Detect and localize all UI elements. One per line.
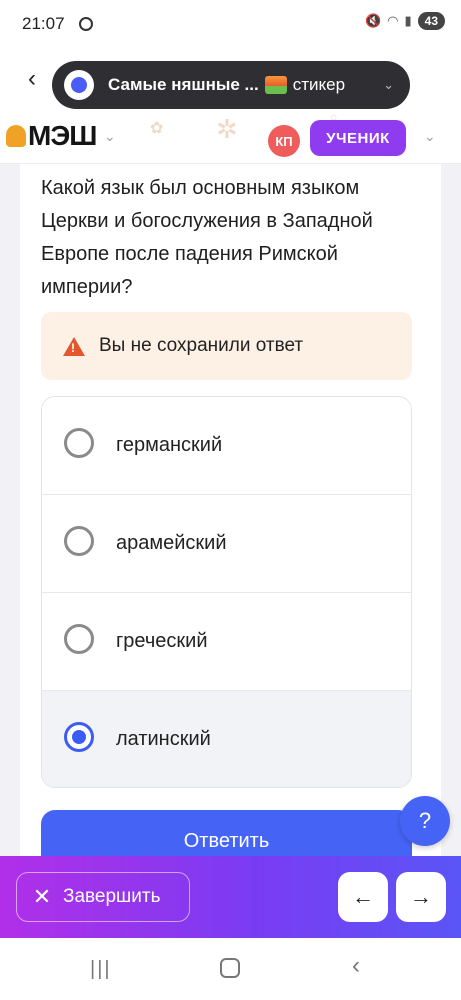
logo-text: МЭШ [28, 120, 97, 151]
media-notification-pill[interactable]: Самые няшные ... стикер ⌄ [52, 61, 410, 109]
mesh-logo[interactable]: МЭШ [6, 120, 97, 152]
home-icon[interactable] [220, 958, 240, 978]
signal-icon: ▮ [404, 13, 412, 28]
warning-text: Вы не сохранили ответ [99, 335, 304, 356]
warning-icon [63, 336, 85, 356]
radio-button[interactable] [64, 525, 94, 556]
media-title: Самые няшные ... [108, 75, 259, 94]
back-button[interactable]: ‹ [20, 64, 44, 94]
finish-label: Завершить [63, 886, 161, 907]
chevron-down-icon[interactable]: ⌄ [383, 77, 394, 93]
option-label: германский [116, 434, 223, 456]
answer-option-selected[interactable]: латинский [42, 691, 411, 787]
answer-option[interactable]: греческий [42, 593, 411, 691]
wifi-icon: ◠ [387, 13, 399, 28]
media-subtitle: стикер [292, 75, 346, 94]
battery-icon: 43 [417, 12, 445, 30]
status-icons: 🔇 ◠ ▮ 43 [365, 12, 445, 30]
warning-banner: Вы не сохранили ответ [41, 312, 412, 380]
back-nav-icon[interactable]: ‹ [352, 952, 360, 980]
bottom-action-bar: ✕ Завершить ← → [0, 856, 461, 938]
app-icon [64, 70, 94, 100]
answer-option[interactable]: арамейский [42, 495, 411, 593]
system-navigation-bar: ||| ‹ [0, 938, 461, 1000]
decoration-leaf-icon: ✲ [216, 114, 238, 144]
chevron-down-icon[interactable]: ⌄ [104, 128, 116, 145]
finish-button[interactable]: ✕ Завершить [16, 872, 190, 922]
option-label: латинский [116, 728, 211, 750]
status-bar: 21:07 🔇 ◠ ▮ 43 [0, 0, 461, 52]
sunset-emoji-icon [264, 76, 287, 94]
decoration-leaf-icon: ✿ [150, 120, 164, 137]
answer-options: германский арамейский греческий латински… [41, 396, 412, 788]
question-card: Какой язык был основным языком Церкви и … [20, 164, 441, 872]
option-label: греческий [116, 630, 208, 652]
option-label: арамейский [116, 532, 227, 554]
next-question-button[interactable]: → [396, 872, 446, 922]
radio-button-checked[interactable] [64, 721, 94, 752]
avatar[interactable]: КП [268, 125, 300, 157]
close-icon: ✕ [32, 884, 52, 909]
recents-icon[interactable]: ||| [90, 958, 112, 981]
role-badge[interactable]: УЧЕНИК [310, 120, 406, 156]
bell-icon [6, 125, 26, 147]
chevron-down-icon[interactable]: ⌄ [424, 128, 436, 145]
status-time: 21:07 [22, 14, 65, 33]
question-text: Какой язык был основным языком Церкви и … [41, 177, 373, 298]
radio-button[interactable] [64, 623, 94, 654]
help-button[interactable]: ? [400, 796, 450, 846]
mute-icon: 🔇 [364, 13, 382, 28]
notification-icon [79, 17, 93, 31]
answer-option[interactable]: германский [42, 397, 411, 495]
previous-question-button[interactable]: ← [338, 872, 388, 922]
radio-button[interactable] [64, 427, 94, 458]
app-header: ‹ Самые няшные ... стикер ⌄ ✿ ✲ ○ МЭШ ⌄ … [0, 52, 461, 164]
